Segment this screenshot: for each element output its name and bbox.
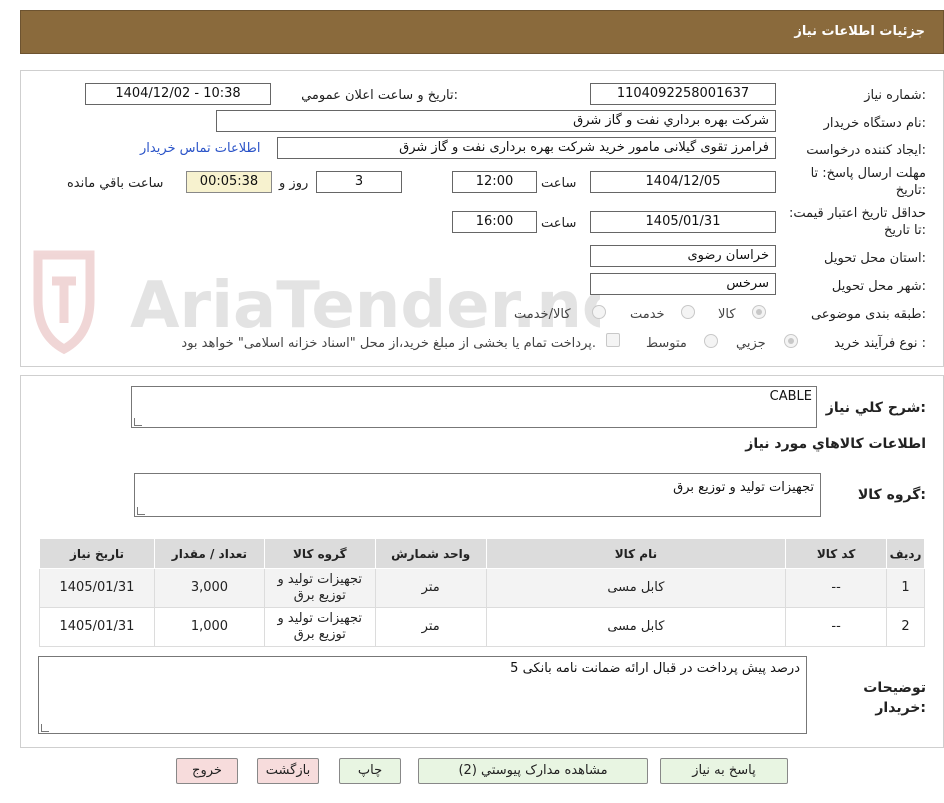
validity-date-field: 1405/01/31 — [590, 211, 776, 233]
table-header-row: رديف كد كالا نام كالا واحد شمارش گروه كا… — [39, 538, 925, 569]
process-label: نوع فرآيند خريد : — [834, 336, 926, 351]
category-goods-service-radio[interactable] — [592, 305, 606, 319]
deadline-time-label: ساعت — [541, 176, 577, 191]
category-service-label: خدمت — [630, 307, 665, 322]
process-minor-radio[interactable] — [784, 334, 798, 348]
cell-date: 1405/01/31 — [39, 568, 155, 608]
cell-quantity: 3,000 — [153, 568, 265, 608]
remaining-label: ساعت باقي مانده — [67, 176, 164, 191]
cell-row: 1 — [886, 568, 925, 608]
deadline-time-field: 12:00 — [452, 171, 537, 193]
cell-group: تجهیزات تولید و توزیع برق — [263, 568, 376, 608]
buyer-contact-link[interactable]: اطلاعات تماس خريدار — [140, 141, 260, 156]
col-name: نام كالا — [485, 538, 787, 569]
treasury-payment-checkbox[interactable] — [606, 333, 620, 347]
items-table: رديف كد كالا نام كالا واحد شمارش گروه كا… — [39, 538, 925, 647]
cell-code: -- — [785, 607, 888, 647]
goods-group-text: تجهیزات تولید و توزیع برق — [673, 480, 814, 495]
province-field: خراسان رضوی — [590, 245, 776, 267]
deadline-date-field: 1404/12/05 — [590, 171, 776, 193]
process-medium-radio[interactable] — [704, 334, 718, 348]
table-row: 2 -- کابل مسی متر تجهیزات تولید و توزیع … — [39, 607, 925, 647]
validity-label: حداقل تاريخ اعتبار قيمت: تا تاريخ: — [788, 206, 926, 238]
process-medium-label: متوسط — [646, 336, 687, 351]
view-attachments-button[interactable]: مشاهده مدارک پيوستي (2) — [418, 758, 648, 784]
print-button[interactable]: چاپ — [339, 758, 401, 784]
remaining-timer: 00:05:38 — [186, 171, 272, 193]
col-code: كد كالا — [785, 538, 888, 569]
resize-handle-icon[interactable] — [134, 418, 142, 426]
table-row: 1 -- کابل مسی متر تجهیزات تولید و توزیع … — [39, 568, 925, 608]
buyer-notes-field: 5 درصد پیش پرداخت در قبال ارائه ضمانت نا… — [38, 656, 807, 734]
exit-button[interactable]: خروج — [176, 758, 238, 784]
days-label: روز و — [279, 176, 309, 191]
general-desc-field: CABLE — [131, 386, 817, 428]
announce-label: تاریخ و ساعت اعلان عمومي: — [301, 88, 458, 103]
buyer-notes-label: توضيحات خريدار: — [863, 680, 926, 716]
cell-unit: متر — [374, 568, 487, 608]
col-quantity: تعداد / مقدار — [153, 538, 265, 569]
goods-group-label: گروه كالا: — [857, 487, 926, 503]
resize-handle-icon[interactable] — [41, 724, 49, 732]
category-service-radio[interactable] — [681, 305, 695, 319]
cell-group: تجهیزات تولید و توزیع برق — [263, 607, 376, 647]
cell-date: 1405/01/31 — [39, 607, 155, 647]
general-desc-label: شرح كلي نياز: — [825, 400, 926, 416]
col-group: گروه كالا — [263, 538, 376, 569]
need-number-field: 1104092258001637 — [590, 83, 776, 105]
buyer-org-field: شركت بهره برداري نفت و گاز شرق — [216, 110, 776, 132]
creator-field: فرامرز تقوی گیلانی مامور خرید شرکت بهره … — [277, 137, 776, 159]
buyer-notes-text: 5 درصد پیش پرداخت در قبال ارائه ضمانت نا… — [510, 661, 800, 676]
province-label: استان محل تحويل: — [824, 251, 926, 266]
city-label: شهر محل تحويل: — [831, 279, 926, 294]
buyer-org-label: نام دستگاه خريدار: — [823, 116, 926, 131]
city-field: سرخس — [590, 273, 776, 295]
category-goods-radio[interactable] — [752, 305, 766, 319]
cell-name: کابل مسی — [485, 607, 787, 647]
page-header: جزئیات اطلاعات نیاز — [20, 10, 944, 54]
category-label: طبقه بندی موضوعی: — [810, 307, 926, 322]
resize-handle-icon[interactable] — [137, 507, 145, 515]
general-desc-text: CABLE — [769, 389, 812, 404]
cell-unit: متر — [374, 607, 487, 647]
reply-button[interactable]: پاسخ به نياز — [660, 758, 788, 784]
treasury-payment-note: پرداخت تمام يا بخشی از مبلغ خريد،از محل … — [181, 336, 596, 351]
cell-quantity: 1,000 — [153, 607, 265, 647]
category-goods-label: كالا — [718, 307, 736, 322]
goods-group-field: تجهیزات تولید و توزیع برق — [134, 473, 821, 517]
col-row: رديف — [886, 538, 925, 569]
back-button[interactable]: بازگشت — [257, 758, 319, 784]
announce-field: 1404/12/02 - 10:38 — [85, 83, 271, 105]
page-title: جزئیات اطلاعات نیاز — [794, 24, 925, 39]
process-minor-label: جزيي — [736, 336, 766, 351]
col-date: تاريخ نياز — [39, 538, 155, 569]
cell-row: 2 — [886, 607, 925, 647]
validity-time-field: 16:00 — [452, 211, 537, 233]
cell-name: کابل مسی — [485, 568, 787, 608]
need-number-label: شماره نیاز: — [864, 88, 926, 103]
col-unit: واحد شمارش — [374, 538, 487, 569]
days-field: 3 — [316, 171, 402, 193]
goods-info-title: اطلاعات كالاهاي مورد نياز — [745, 436, 926, 452]
cell-code: -- — [785, 568, 888, 608]
deadline-label: مهلت ارسال پاسخ: تا تاريخ: — [810, 166, 926, 198]
validity-time-label: ساعت — [541, 216, 577, 231]
creator-label: ايجاد كننده درخواست: — [806, 143, 926, 158]
category-goods-service-label: كالا/خدمت — [514, 307, 571, 322]
